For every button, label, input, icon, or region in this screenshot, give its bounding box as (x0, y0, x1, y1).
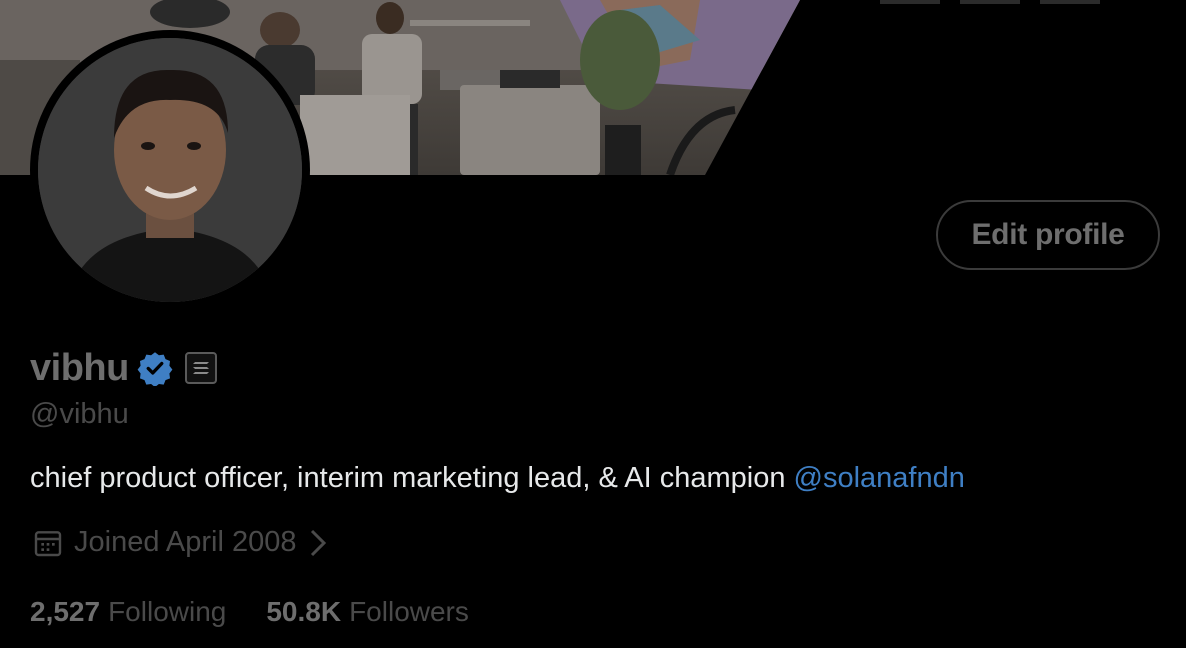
avatar-photo (38, 38, 302, 302)
display-name: vibhu (30, 346, 129, 389)
chevron-right-icon (310, 529, 326, 556)
affiliate-org-icon[interactable] (184, 352, 217, 384)
joined-text: Joined April 2008 (74, 526, 297, 558)
name-row: vibhu (30, 340, 217, 396)
verified-badge-icon[interactable] (137, 350, 173, 386)
calendar-icon (34, 530, 62, 556)
follow-stats: 2,527 Following 50.8K Followers (30, 596, 509, 628)
bio-text: chief product officer, interim marketing… (30, 462, 794, 494)
followers-label: Followers (349, 596, 469, 627)
edit-profile-button[interactable]: Edit profile (936, 200, 1160, 270)
followers-link[interactable]: 50.8K Followers (266, 596, 469, 628)
following-count: 2,527 (30, 596, 101, 627)
followers-count: 50.8K (266, 596, 342, 627)
following-link[interactable]: 2,527 Following (30, 596, 226, 628)
following-label: Following (108, 596, 227, 627)
bio: chief product officer, interim marketing… (30, 462, 965, 495)
user-handle: @vibhu (30, 398, 129, 430)
solana-logo-icon (192, 362, 209, 374)
avatar[interactable] (38, 38, 302, 302)
joined-date[interactable]: Joined April 2008 (32, 526, 329, 559)
bio-mention-link[interactable]: @solanafndn (794, 462, 965, 494)
